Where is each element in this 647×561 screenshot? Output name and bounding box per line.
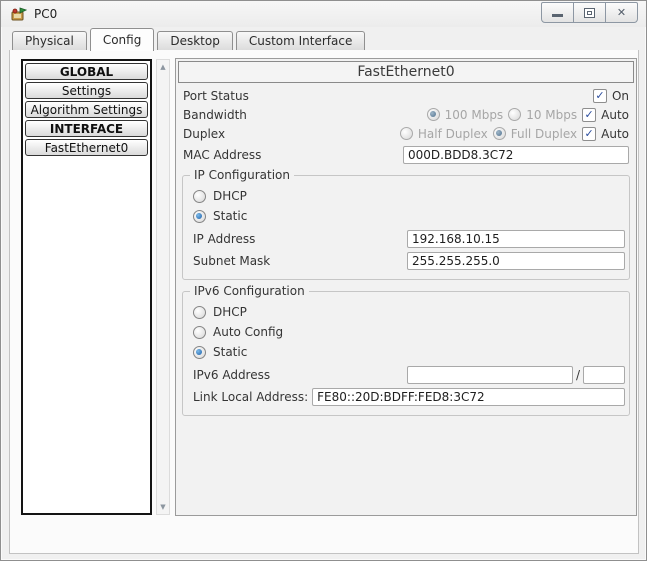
port-status-row: Port Status ✓ On — [178, 86, 634, 105]
close-icon: ✕ — [617, 7, 626, 18]
subnet-mask-input[interactable] — [407, 252, 625, 270]
ipv6-address-input[interactable] — [407, 366, 573, 384]
tab-desktop[interactable]: Desktop — [157, 31, 233, 50]
ip-address-label: IP Address — [193, 232, 407, 246]
window-title: PC0 — [34, 7, 57, 21]
bandwidth-row: Bandwidth 100 Mbps 10 Mbps ✓ Auto — [178, 105, 634, 124]
bandwidth-100mbps-label: 100 Mbps — [445, 108, 504, 122]
app-icon — [11, 7, 27, 22]
ipv6-static-label: Static — [213, 345, 247, 359]
bandwidth-10mbps-radio[interactable] — [508, 108, 521, 121]
pc0-window: PC0 ✕ Physical Config Desktop Custom Int… — [0, 0, 647, 561]
window-controls: ✕ — [542, 2, 638, 23]
bandwidth-auto-checkbox[interactable]: ✓ — [582, 108, 596, 122]
panel-title: FastEthernet0 — [178, 61, 634, 83]
ipv6-autoconfig-label: Auto Config — [213, 325, 283, 339]
close-button[interactable]: ✕ — [605, 2, 638, 23]
ipv6-prefix-input[interactable] — [583, 366, 625, 384]
ipv6-autoconfig-row: Auto Config — [189, 322, 625, 342]
duplex-full-label: Full Duplex — [511, 127, 577, 141]
duplex-row: Duplex Half Duplex Full Duplex ✓ Auto — [178, 124, 634, 143]
subnet-mask-row: Subnet Mask — [193, 252, 625, 270]
ip-address-row: IP Address — [193, 230, 625, 248]
bandwidth-100mbps-radio[interactable] — [427, 108, 440, 121]
duplex-half-label: Half Duplex — [418, 127, 488, 141]
sidebar-item-interface[interactable]: INTERFACE — [25, 120, 148, 137]
ip-dhcp-radio[interactable] — [193, 190, 206, 203]
ipv6-dhcp-radio[interactable] — [193, 306, 206, 319]
ip-address-input[interactable] — [407, 230, 625, 248]
scroll-up-icon[interactable]: ▲ — [157, 63, 169, 71]
sidebar: GLOBAL Settings Algorithm Settings INTER… — [21, 59, 152, 515]
link-local-label: Link Local Address: — [193, 390, 308, 404]
duplex-auto-checkbox[interactable]: ✓ — [582, 127, 596, 141]
maximize-button[interactable] — [573, 2, 606, 23]
minimize-button[interactable] — [541, 2, 574, 23]
duplex-auto-label: Auto — [601, 127, 629, 141]
sidebar-scrollbar[interactable]: ▲ ▼ — [156, 59, 170, 515]
ip-static-radio[interactable] — [193, 210, 206, 223]
ip-static-row: Static — [189, 206, 625, 226]
mac-address-row: MAC Address — [183, 146, 629, 164]
mac-address-input[interactable] — [403, 146, 629, 164]
duplex-full-radio[interactable] — [493, 127, 506, 140]
ipv6-autoconfig-radio[interactable] — [193, 326, 206, 339]
ipv6-configuration-title: IPv6 Configuration — [190, 284, 309, 298]
config-frame: GLOBAL Settings Algorithm Settings INTER… — [9, 50, 639, 554]
ipv6-address-row: IPv6 Address / — [193, 366, 625, 384]
ip-configuration-group: IP Configuration DHCP Static IP Address … — [182, 175, 630, 280]
ipv6-static-radio[interactable] — [193, 346, 206, 359]
ip-configuration-title: IP Configuration — [190, 168, 294, 182]
maximize-icon — [584, 8, 595, 18]
bandwidth-auto-label: Auto — [601, 108, 629, 122]
duplex-half-radio[interactable] — [400, 127, 413, 140]
ipv6-dhcp-row: DHCP — [189, 302, 625, 322]
tab-config[interactable]: Config — [90, 28, 155, 51]
scroll-down-icon[interactable]: ▼ — [157, 503, 169, 511]
sidebar-item-algorithm-settings[interactable]: Algorithm Settings — [25, 101, 148, 118]
sidebar-item-fastethernet0[interactable]: FastEthernet0 — [25, 139, 148, 156]
duplex-label: Duplex — [183, 127, 225, 141]
ipv6-prefix-separator: / — [573, 368, 583, 382]
ipv6-dhcp-label: DHCP — [213, 305, 247, 319]
tab-bar: Physical Config Desktop Custom Interface — [9, 27, 639, 51]
tab-physical[interactable]: Physical — [12, 31, 87, 50]
titlebar: PC0 ✕ — [1, 1, 646, 27]
sidebar-item-global[interactable]: GLOBAL — [25, 63, 148, 80]
bandwidth-label: Bandwidth — [183, 108, 247, 122]
interface-panel: FastEthernet0 Port Status ✓ On Bandwidth… — [175, 58, 637, 516]
ipv6-address-label: IPv6 Address — [193, 368, 407, 382]
minimize-icon — [552, 14, 563, 17]
ipv6-static-row: Static — [189, 342, 625, 362]
sidebar-item-settings[interactable]: Settings — [25, 82, 148, 99]
bandwidth-10mbps-label: 10 Mbps — [526, 108, 577, 122]
link-local-row: Link Local Address: — [193, 388, 625, 406]
subnet-mask-label: Subnet Mask — [193, 254, 407, 268]
port-status-checkbox[interactable]: ✓ — [593, 89, 607, 103]
tab-custom-interface[interactable]: Custom Interface — [236, 31, 366, 50]
mac-address-label: MAC Address — [183, 148, 403, 162]
ipv6-configuration-group: IPv6 Configuration DHCP Auto Config Stat… — [182, 291, 630, 416]
link-local-input[interactable] — [312, 388, 625, 406]
ip-dhcp-row: DHCP — [189, 186, 625, 206]
ip-dhcp-label: DHCP — [213, 189, 247, 203]
port-status-label: Port Status — [183, 89, 249, 103]
ip-static-label: Static — [213, 209, 247, 223]
port-status-on-label: On — [612, 89, 629, 103]
